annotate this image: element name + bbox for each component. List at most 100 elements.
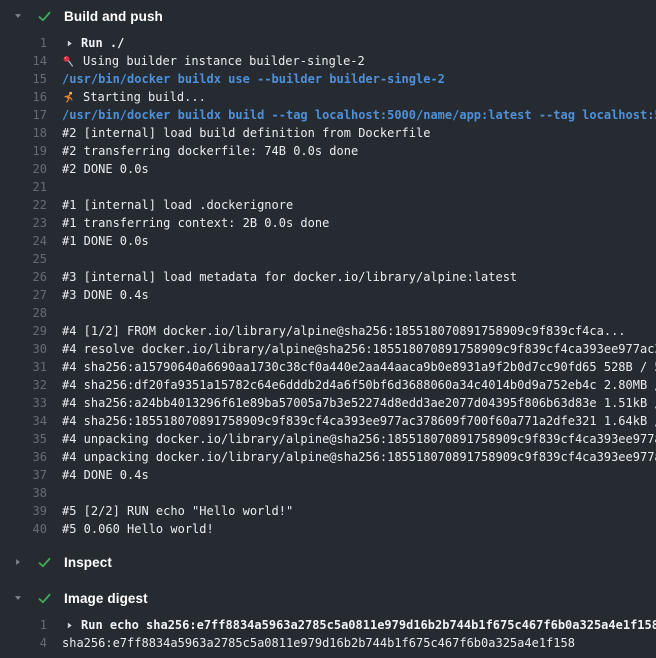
line-number[interactable]: 37 xyxy=(0,466,47,484)
line-content: #3 [internal] load metadata for docker.i… xyxy=(62,268,656,286)
line-number[interactable]: 33 xyxy=(0,394,47,412)
line-text: /usr/bin/docker buildx use --builder bui… xyxy=(62,70,445,88)
line-number[interactable]: 18 xyxy=(0,124,47,142)
line-number[interactable]: 16 xyxy=(0,88,47,106)
chevron-down-icon[interactable] xyxy=(10,8,26,24)
line-content: #4 unpacking docker.io/library/alpine@sh… xyxy=(62,448,656,466)
line-content: #1 DONE 0.0s xyxy=(62,232,656,250)
line-number[interactable]: 26 xyxy=(0,268,47,286)
line-number[interactable]: 38 xyxy=(0,484,47,502)
log-line[interactable]: 1 Run echo sha256:e7ff8834a5963a2785c5a0… xyxy=(0,616,656,634)
chevron-right-icon[interactable] xyxy=(10,554,26,570)
section-header[interactable]: Inspect xyxy=(0,550,656,574)
log-line: 22 #1 [internal] load .dockerignore xyxy=(0,196,656,214)
line-text: sha256:e7ff8834a5963a2785c5a0811e979d16b… xyxy=(62,634,575,652)
log-line: 40 #5 0.060 Hello world! xyxy=(0,520,656,538)
line-number[interactable]: 32 xyxy=(0,376,47,394)
line-text: Using builder instance builder-single-2 xyxy=(83,52,365,70)
line-text: #1 [internal] load .dockerignore xyxy=(62,196,293,214)
line-number[interactable]: 22 xyxy=(0,196,47,214)
line-content: #4 resolve docker.io/library/alpine@sha2… xyxy=(62,340,656,358)
section-lines: 1 Run ./ 14 Using builder instance build… xyxy=(0,28,656,538)
disclosure-triangle-icon[interactable] xyxy=(62,618,76,632)
line-number[interactable]: 36 xyxy=(0,448,47,466)
line-number[interactable]: 17 xyxy=(0,106,47,124)
line-text: #4 unpacking docker.io/library/alpine@sh… xyxy=(62,430,656,448)
log-line: 36 #4 unpacking docker.io/library/alpine… xyxy=(0,448,656,466)
log-section: Image digest 1 Run echo sha256:e7ff8834a… xyxy=(0,586,656,652)
line-text: #1 DONE 0.0s xyxy=(62,232,149,250)
line-text: #4 unpacking docker.io/library/alpine@sh… xyxy=(62,448,656,466)
check-icon xyxy=(36,8,52,24)
log-line: 24 #1 DONE 0.0s xyxy=(0,232,656,250)
section-header[interactable]: Build and push xyxy=(0,4,656,28)
log-line: 16 Starting build... xyxy=(0,88,656,106)
line-number[interactable]: 19 xyxy=(0,142,47,160)
line-text: #5 0.060 Hello world! xyxy=(62,520,214,538)
line-number[interactable]: 20 xyxy=(0,160,47,178)
log-line: 18 #2 [internal] load build definition f… xyxy=(0,124,656,142)
line-content: #2 DONE 0.0s xyxy=(62,160,656,178)
line-text: #4 [1/2] FROM docker.io/library/alpine@s… xyxy=(62,322,626,340)
line-text: #2 [internal] load build definition from… xyxy=(62,124,430,142)
log-line: 23 #1 transferring context: 2B 0.0s done xyxy=(0,214,656,232)
line-text: #2 transferring dockerfile: 74B 0.0s don… xyxy=(62,142,358,160)
line-number[interactable]: 40 xyxy=(0,520,47,538)
log-line: 20 #2 DONE 0.0s xyxy=(0,160,656,178)
line-number[interactable]: 31 xyxy=(0,358,47,376)
line-number[interactable]: 21 xyxy=(0,178,47,196)
log-line: 35 #4 unpacking docker.io/library/alpine… xyxy=(0,430,656,448)
line-content: #4 sha256:a15790640a6690aa1730c38cf0a440… xyxy=(62,358,656,376)
line-text: #1 transferring context: 2B 0.0s done xyxy=(62,214,329,232)
log-line[interactable]: 1 Run ./ xyxy=(0,34,656,52)
line-number[interactable]: 1 xyxy=(0,616,47,634)
log-line: 17 /usr/bin/docker buildx build --tag lo… xyxy=(0,106,656,124)
log-line: 21 xyxy=(0,178,656,196)
line-number[interactable]: 15 xyxy=(0,70,47,88)
line-number[interactable]: 25 xyxy=(0,250,47,268)
actions-log-viewer: Build and push 1 Run ./ 14 Using builder… xyxy=(0,0,656,658)
check-icon xyxy=(36,554,52,570)
line-content: Run echo sha256:e7ff8834a5963a2785c5a081… xyxy=(62,616,656,634)
line-text: Run ./ xyxy=(81,34,124,52)
log-line: 34 #4 sha256:185518070891758909c9f839cf4… xyxy=(0,412,656,430)
log-line: 4 sha256:e7ff8834a5963a2785c5a0811e979d1… xyxy=(0,634,656,652)
line-text: #4 DONE 0.4s xyxy=(62,466,149,484)
line-text: #4 sha256:df20fa9351a15782c64e6dddb2d4a6… xyxy=(62,376,656,394)
log-line: 14 Using builder instance builder-single… xyxy=(0,52,656,70)
disclosure-triangle-icon[interactable] xyxy=(62,36,76,50)
log-line: 39 #5 [2/2] RUN echo "Hello world!" xyxy=(0,502,656,520)
line-number[interactable]: 24 xyxy=(0,232,47,250)
chevron-down-icon[interactable] xyxy=(10,590,26,606)
line-number[interactable]: 39 xyxy=(0,502,47,520)
line-text: #4 resolve docker.io/library/alpine@sha2… xyxy=(62,340,656,358)
line-content: #1 [internal] load .dockerignore xyxy=(62,196,656,214)
line-number[interactable]: 28 xyxy=(0,304,47,322)
line-number[interactable]: 29 xyxy=(0,322,47,340)
line-text: Starting build... xyxy=(83,88,206,106)
section-header[interactable]: Image digest xyxy=(0,586,656,610)
line-content: Using builder instance builder-single-2 xyxy=(62,52,656,70)
line-number[interactable]: 23 xyxy=(0,214,47,232)
pushpin-icon xyxy=(62,54,77,68)
line-content: #2 [internal] load build definition from… xyxy=(62,124,656,142)
line-number[interactable]: 1 xyxy=(0,34,47,52)
line-number[interactable]: 4 xyxy=(0,634,47,652)
line-number[interactable]: 27 xyxy=(0,286,47,304)
log-line: 33 #4 sha256:a24bb4013296f61e89ba57005a7… xyxy=(0,394,656,412)
section-lines: 1 Run echo sha256:e7ff8834a5963a2785c5a0… xyxy=(0,610,656,652)
line-content: #3 DONE 0.4s xyxy=(62,286,656,304)
line-number[interactable]: 34 xyxy=(0,412,47,430)
log-line: 32 #4 sha256:df20fa9351a15782c64e6dddb2d… xyxy=(0,376,656,394)
log-line: 26 #3 [internal] load metadata for docke… xyxy=(0,268,656,286)
line-number[interactable]: 14 xyxy=(0,52,47,70)
line-text: #2 DONE 0.0s xyxy=(62,160,149,178)
log-line: 38 xyxy=(0,484,656,502)
line-text: Run echo sha256:e7ff8834a5963a2785c5a081… xyxy=(81,616,656,634)
log-line: 19 #2 transferring dockerfile: 74B 0.0s … xyxy=(0,142,656,160)
line-number[interactable]: 35 xyxy=(0,430,47,448)
log-section: Build and push 1 Run ./ 14 Using builder… xyxy=(0,4,656,538)
line-number[interactable]: 30 xyxy=(0,340,47,358)
log-line: 29 #4 [1/2] FROM docker.io/library/alpin… xyxy=(0,322,656,340)
line-text: #4 sha256:185518070891758909c9f839cf4ca3… xyxy=(62,412,656,430)
